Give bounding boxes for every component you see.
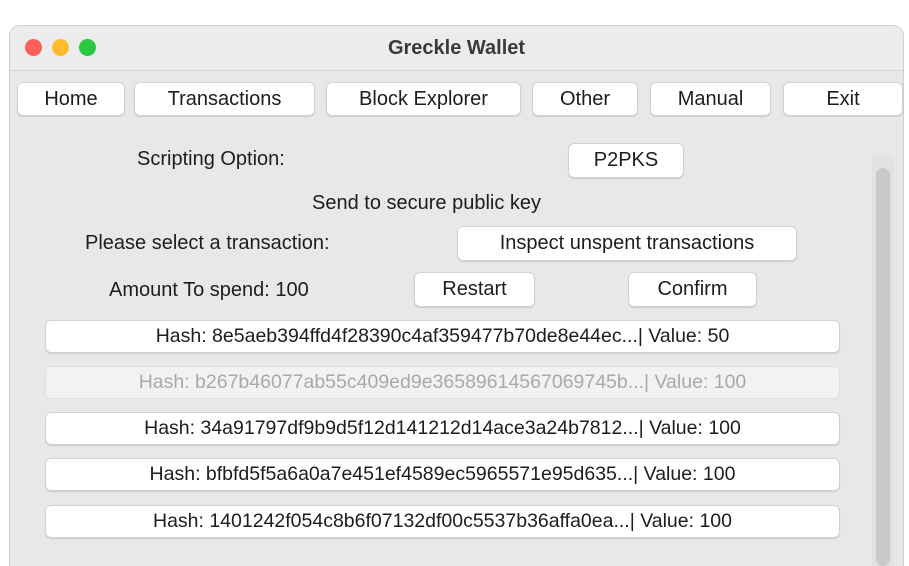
transaction-row[interactable]: Hash: 8e5aeb394ffd4f28390c4af359477b70de… [45, 320, 840, 353]
scripting-option-select[interactable]: P2PKS [568, 143, 684, 178]
inspect-unspent-button[interactable]: Inspect unspent transactions [457, 226, 797, 261]
app-window: Greckle Wallet Home Transactions Block E… [10, 26, 903, 566]
scripting-option-label: Scripting Option: [137, 148, 285, 170]
amount-to-spend-label: Amount To spend: 100 [109, 279, 309, 301]
transaction-row: Hash: b267b46077ab55c409ed9e365896145670… [45, 366, 840, 399]
window-title: Greckle Wallet [387, 37, 526, 59]
transaction-row[interactable]: Hash: 34a91797df9b9d5f12d141212d14ace3a2… [45, 412, 840, 445]
scripting-description: Send to secure public key [312, 192, 542, 214]
transaction-row[interactable]: Hash: bfbfd5f5a6a0a7e451ef4589ec5965571e… [45, 458, 840, 491]
select-transaction-label: Please select a transaction: [85, 232, 330, 254]
nav-block-explorer-button[interactable]: Block Explorer [326, 82, 521, 116]
nav-exit-button[interactable]: Exit [783, 82, 903, 116]
nav-other-button[interactable]: Other [532, 82, 638, 116]
nav-manual-button[interactable]: Manual [650, 82, 771, 116]
restart-button[interactable]: Restart [414, 272, 535, 307]
transaction-row[interactable]: Hash: 1401242f054c8b6f07132df00c5537b36a… [45, 505, 840, 538]
main-content: Scripting Option: P2PKS Send to secure p… [10, 126, 903, 566]
nav-transactions-button[interactable]: Transactions [134, 82, 315, 116]
nav-home-button[interactable]: Home [17, 82, 125, 116]
vertical-scrollbar-thumb[interactable] [876, 168, 890, 566]
confirm-button[interactable]: Confirm [628, 272, 757, 307]
title-bar: Greckle Wallet [10, 26, 903, 71]
